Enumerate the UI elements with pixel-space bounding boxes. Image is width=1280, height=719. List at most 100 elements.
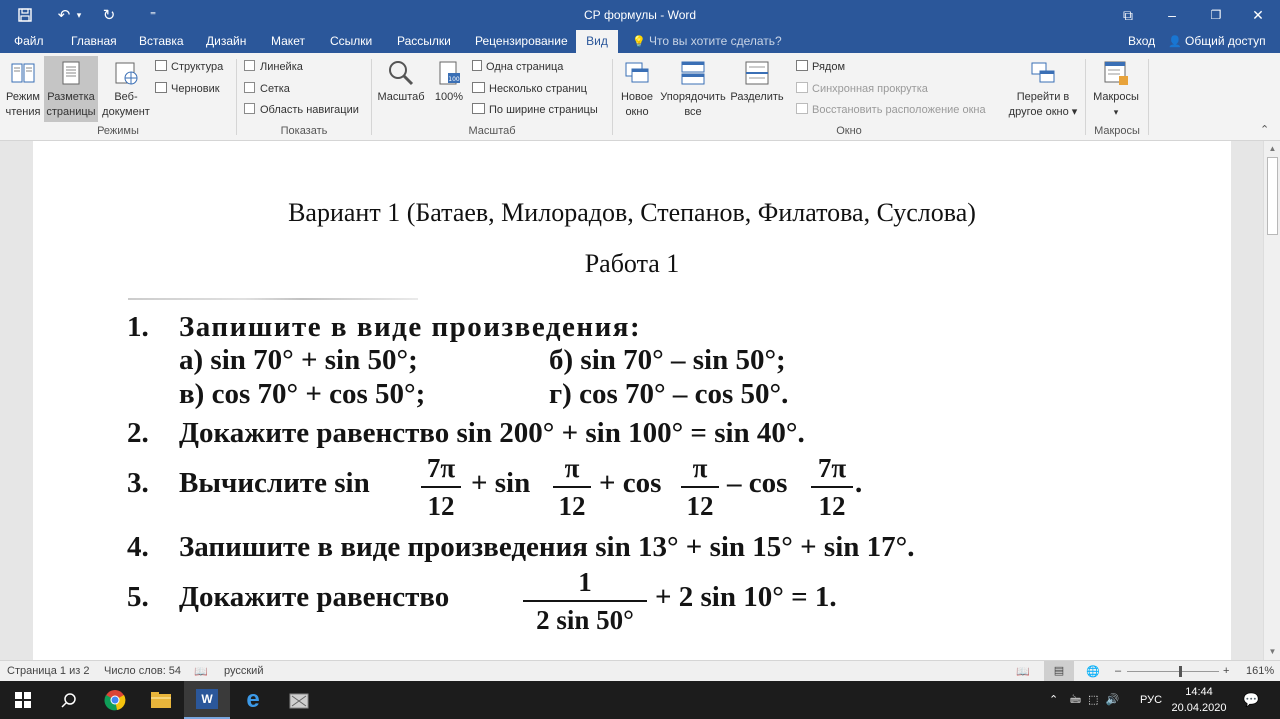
app-icon xyxy=(289,693,309,709)
split-button[interactable]: Разделить xyxy=(729,57,785,105)
macros-icon xyxy=(1102,59,1130,87)
edge-icon: e xyxy=(246,686,260,713)
print-layout-button[interactable]: Разметка страницы xyxy=(44,56,98,122)
gridlines-checkbox[interactable]: Сетка xyxy=(244,80,290,98)
arrange-all-button[interactable]: Упорядочить все xyxy=(657,57,729,120)
reset-position-icon xyxy=(796,103,808,114)
close-button[interactable]: ✕ xyxy=(1236,0,1280,30)
taskbar-clock[interactable]: 14:44 20.04.2020 xyxy=(1160,684,1238,716)
edge-taskbar-button[interactable]: e xyxy=(230,681,276,719)
zoom-slider-thumb[interactable] xyxy=(1179,666,1182,677)
gridlines-label: Сетка xyxy=(260,83,290,95)
outline-label: Структура xyxy=(171,61,224,73)
new-window-button[interactable]: Новое окно xyxy=(616,57,658,120)
page-count[interactable]: Страница 1 из 2 xyxy=(7,665,89,677)
start-button[interactable] xyxy=(0,681,46,719)
person-icon: 👤 xyxy=(1168,36,1182,48)
share-button[interactable]: 👤 Общий доступ xyxy=(1168,30,1266,53)
draft-button[interactable]: Черновик xyxy=(155,80,220,98)
tell-me-search[interactable]: 💡 Что вы хотите сделать? xyxy=(632,30,782,53)
group-label-macros: Макросы xyxy=(1094,125,1140,137)
zoom-out-button[interactable]: – xyxy=(1115,665,1121,677)
side-by-side-button[interactable]: Рядом xyxy=(796,58,845,76)
minimize-button[interactable]: – xyxy=(1150,0,1194,30)
zoom-in-button[interactable]: + xyxy=(1223,665,1229,677)
scroll-up-icon[interactable]: ▲ xyxy=(1266,142,1279,156)
zoom-button[interactable]: Масштаб xyxy=(374,57,428,105)
restore-button[interactable]: ❐ xyxy=(1194,0,1238,30)
web-layout-view-icon[interactable]: 🌐 xyxy=(1086,665,1100,678)
outline-button[interactable]: Структура xyxy=(155,58,223,76)
tab-file[interactable]: Файл xyxy=(6,30,52,53)
scroll-down-icon[interactable]: ▼ xyxy=(1266,645,1279,659)
input-language[interactable]: РУС xyxy=(1140,681,1162,719)
magnifier-icon xyxy=(387,59,415,87)
group-label-modes: Режимы xyxy=(97,125,139,137)
scroll-thumb[interactable] xyxy=(1267,157,1278,235)
switch-windows-button[interactable]: Перейти в другое окно ▾ xyxy=(1003,57,1083,120)
ribbon-separator xyxy=(1148,59,1149,135)
tab-home[interactable]: Главная xyxy=(63,30,125,53)
word-icon: W xyxy=(196,689,218,709)
document-heading: Вариант 1 (Батаев, Милорадов, Степанов, … xyxy=(288,198,976,227)
zoom-label: Масштаб xyxy=(377,91,425,103)
multiple-pages-button[interactable]: Несколько страниц xyxy=(472,80,587,98)
checkbox-icon xyxy=(244,82,255,93)
tray-icons[interactable]: 🖮 ⬚ 🔊 xyxy=(1070,681,1121,719)
word-taskbar-button[interactable]: W xyxy=(184,681,230,719)
print-layout-view-icon[interactable]: ▤ xyxy=(1044,661,1074,681)
problem-3-end: . xyxy=(855,467,863,499)
ribbon-separator xyxy=(236,59,237,135)
word-count[interactable]: Число слов: 54 xyxy=(104,665,181,677)
ribbon-separator xyxy=(371,59,372,135)
problem-1-number: 1. xyxy=(127,311,149,343)
fraction-bar xyxy=(681,486,719,488)
new-window-label-2: окно xyxy=(625,106,649,118)
ribbon-separator xyxy=(612,59,613,135)
checkbox-icon xyxy=(244,103,255,114)
one-page-button[interactable]: Одна страница xyxy=(472,58,563,76)
proofing-icon[interactable]: 📖 xyxy=(194,665,208,678)
zoom-level[interactable]: 161% xyxy=(1246,665,1274,677)
macros-button[interactable]: Макросы ▾ xyxy=(1088,57,1144,120)
tab-layout[interactable]: Макет xyxy=(263,30,313,53)
chrome-taskbar-button[interactable] xyxy=(92,681,138,719)
zoom-100-button[interactable]: 100 100% xyxy=(432,57,466,105)
read-mode-view-icon[interactable]: 📖 xyxy=(1016,665,1030,678)
tab-view[interactable]: Вид xyxy=(576,30,618,53)
problem-3-fraction-4: 7π 12 xyxy=(811,451,853,523)
tab-insert[interactable]: Вставка xyxy=(131,30,192,53)
problem-2-text: Докажите равенство sin 200° + sin 100° =… xyxy=(179,417,805,449)
document-page[interactable]: Вариант 1 (Батаев, Милорадов, Степанов, … xyxy=(33,141,1231,660)
page-width-label: По ширине страницы xyxy=(489,104,598,116)
search-button[interactable] xyxy=(46,681,92,719)
tab-design[interactable]: Дизайн xyxy=(198,30,254,53)
tab-references[interactable]: Ссылки xyxy=(322,30,380,53)
page-width-button[interactable]: По ширине страницы xyxy=(472,101,598,119)
sign-in-link[interactable]: Вход xyxy=(1128,30,1155,53)
zoom-slider[interactable] xyxy=(1127,671,1219,672)
collapse-ribbon-icon[interactable]: ⌃ xyxy=(1260,123,1269,136)
windows-logo-icon xyxy=(15,692,31,708)
problem-5-suffix: + 2 sin 10° = 1. xyxy=(655,581,837,613)
ribbon-display-options-icon[interactable]: ⧉ xyxy=(1106,0,1150,30)
draft-icon xyxy=(155,82,167,93)
tab-mailings[interactable]: Рассылки xyxy=(389,30,459,53)
reset-window-position-button[interactable]: Восстановить расположение окна xyxy=(796,101,986,119)
print-layout-label-1: Разметка xyxy=(47,91,95,103)
ruler-checkbox[interactable]: Линейка xyxy=(244,58,303,76)
navigation-pane-checkbox[interactable]: Область навигации xyxy=(244,101,359,119)
synchronous-scrolling-button[interactable]: Синхронная прокрутка xyxy=(796,80,928,98)
macros-dropdown-icon: ▾ xyxy=(1113,107,1119,117)
tray-overflow-icon[interactable]: ⌃ xyxy=(1049,681,1058,719)
vertical-scrollbar[interactable]: ▲ ▼ xyxy=(1263,141,1280,660)
web-layout-button[interactable]: Веб- документ xyxy=(99,57,153,120)
read-mode-button[interactable]: Режим чтения xyxy=(2,57,44,120)
read-mode-icon xyxy=(9,59,37,87)
app-taskbar-button[interactable] xyxy=(276,681,322,719)
file-explorer-taskbar-button[interactable] xyxy=(138,681,184,719)
tab-review[interactable]: Рецензирование xyxy=(467,30,576,53)
language-indicator[interactable]: русский xyxy=(224,665,263,677)
notification-center-icon[interactable]: 💬 xyxy=(1243,681,1259,719)
web-layout-label-2: документ xyxy=(102,106,150,118)
